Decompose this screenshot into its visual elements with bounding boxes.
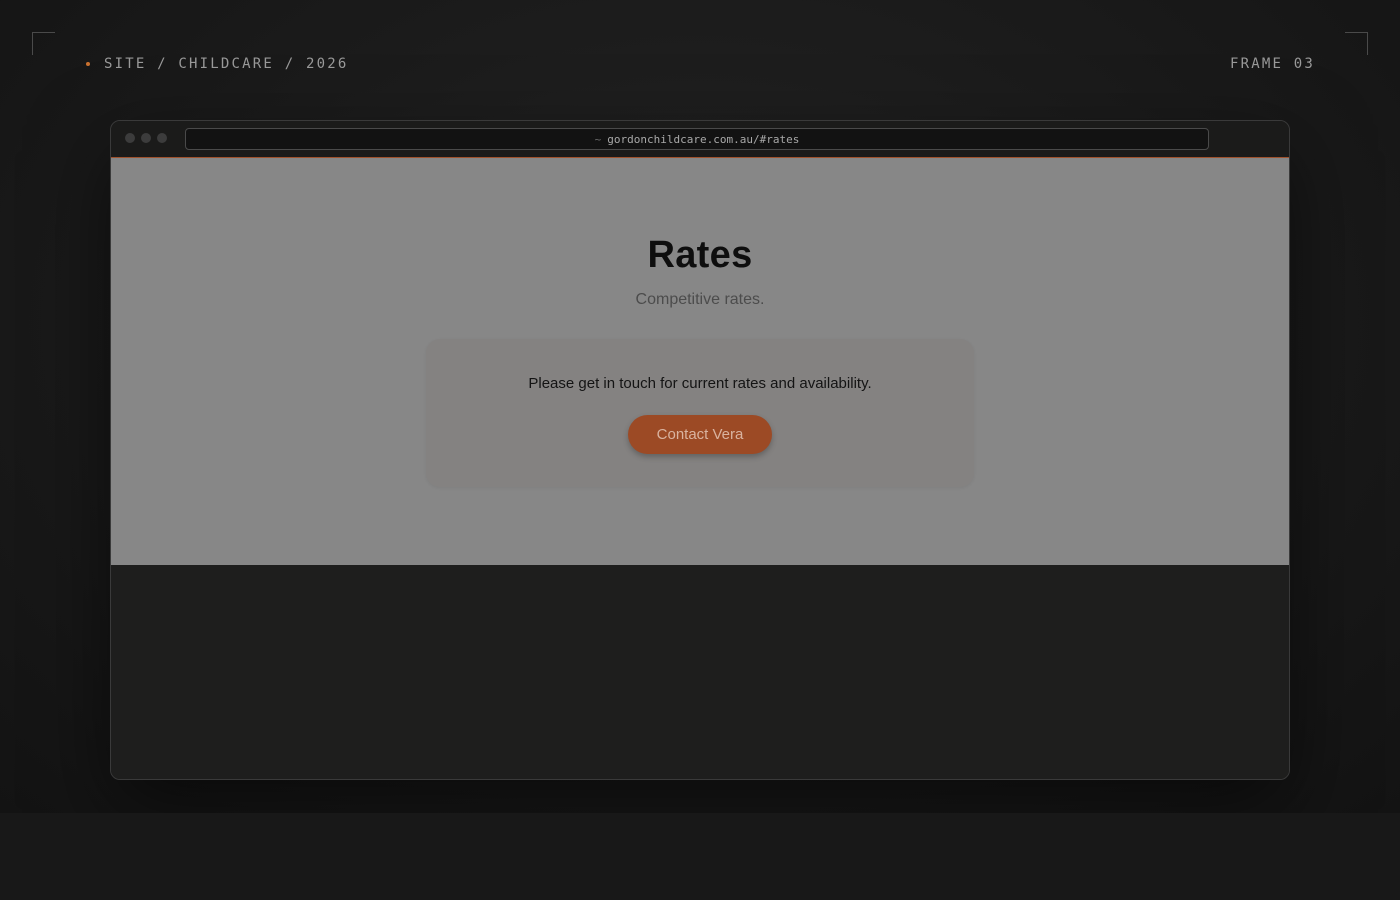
backdrop: SITE / CHILDCARE / 2026 FRAME 03 ~ gordo… bbox=[0, 0, 1400, 813]
browser-window: ~ gordonchildcare.com.au/#rates Rates Co… bbox=[110, 120, 1290, 780]
window-controls bbox=[125, 133, 167, 143]
maximize-window-icon[interactable] bbox=[157, 133, 167, 143]
rates-card: Please get in touch for current rates an… bbox=[426, 339, 974, 487]
frame-label: FRAME 03 bbox=[1229, 56, 1315, 72]
page-viewport: Rates Competitive rates. Please get in t… bbox=[111, 158, 1289, 565]
rates-card-text: Please get in touch for current rates an… bbox=[528, 375, 872, 392]
corner-mark-top-left bbox=[32, 32, 55, 55]
browser-chrome: ~ gordonchildcare.com.au/#rates bbox=[111, 121, 1289, 158]
page-subtitle: Competitive rates. bbox=[635, 291, 765, 308]
footer-band bbox=[0, 813, 1400, 900]
corner-mark-top-right bbox=[1345, 32, 1368, 55]
address-bar[interactable]: ~ gordonchildcare.com.au/#rates bbox=[185, 128, 1209, 150]
minimize-window-icon[interactable] bbox=[141, 133, 151, 143]
url-text: gordonchildcare.com.au/#rates bbox=[607, 132, 800, 146]
close-window-icon[interactable] bbox=[125, 133, 135, 143]
url-prefix: ~ bbox=[594, 132, 602, 146]
breadcrumb-text: SITE / CHILDCARE / 2026 bbox=[104, 56, 349, 72]
accent-dot-icon bbox=[86, 62, 90, 66]
page-title: Rates bbox=[647, 234, 753, 276]
page-lower-area bbox=[111, 565, 1289, 779]
contact-button[interactable]: Contact Vera bbox=[628, 415, 772, 454]
breadcrumb: SITE / CHILDCARE / 2026 bbox=[86, 56, 348, 72]
